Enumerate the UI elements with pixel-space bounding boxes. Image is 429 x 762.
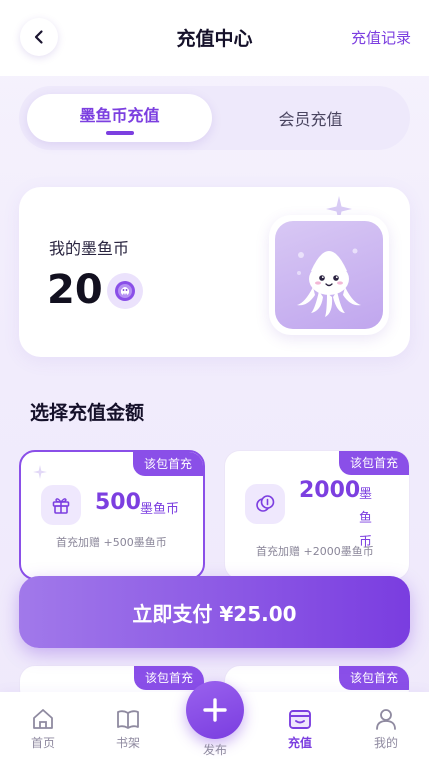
top-bar: 充值中心 充值记录 [0, 0, 429, 76]
tab-coin-recharge-label: 墨鱼币充值 [79, 105, 160, 125]
nav-item-home[interactable]: 首页 [13, 706, 73, 751]
tab-member-recharge-label: 会员充值 [278, 110, 343, 129]
nav-label-bookshelf: 书架 [115, 736, 140, 750]
first-recharge-badge: 该包首充 [133, 452, 203, 476]
package-amount: 500 [95, 490, 141, 515]
package-bonus: 首充加赠 +500墨鱼币 [56, 536, 167, 549]
gift-icon [41, 485, 81, 525]
package-bonus: 首充加赠 +2000墨鱼币 [256, 545, 374, 558]
package-amount: 2000 [299, 478, 361, 503]
tab-coin-recharge[interactable]: 墨鱼币充值 [27, 94, 212, 142]
home-icon [33, 709, 53, 729]
balance-label: 我的墨鱼币 [49, 239, 130, 258]
nav-label-home: 首页 [30, 736, 55, 750]
nav-label-recharge: 充值 [287, 736, 312, 750]
nav-item-recharge[interactable]: 充值 [270, 706, 330, 751]
recharge-tabs: 墨鱼币充值 会员充值 [19, 86, 410, 150]
balance-card: 我的墨鱼币 20 [19, 187, 410, 357]
squid-coin-icon [107, 273, 143, 309]
package-card-2000[interactable]: 该包首充 2000 墨鱼币 首充加赠 +2000墨鱼币 [224, 450, 410, 580]
nav-item-bookshelf[interactable]: 书架 [98, 706, 158, 751]
nav-label-profile: 我的 [373, 736, 398, 750]
book-icon [117, 710, 139, 729]
section-title: 选择充值金额 [30, 402, 145, 424]
first-recharge-badge: 该包首充 [339, 666, 409, 690]
recharge-history-link[interactable]: 充值记录 [351, 27, 411, 48]
wallet-icon [289, 710, 311, 729]
package-unit: 墨鱼币 [140, 502, 180, 517]
publish-button[interactable] [186, 681, 244, 739]
nav-label-publish: 发布 [202, 743, 227, 757]
coins-icon [245, 484, 285, 524]
pay-now-button[interactable]: 立即支付 ¥25.00 [19, 576, 410, 648]
balance-value: 20 [47, 267, 103, 313]
active-tab-indicator [105, 130, 134, 135]
user-icon [376, 709, 396, 730]
package-card-500[interactable]: 该包首充 500 墨鱼币 首充加赠 +500墨鱼币 [19, 450, 205, 580]
plus-icon [203, 698, 227, 722]
mascot-frame [269, 215, 389, 335]
tab-member-recharge[interactable]: 会员充值 [219, 94, 402, 142]
sparkle-icon [33, 465, 47, 479]
squid-mascot-icon [275, 221, 383, 329]
first-recharge-badge: 该包首充 [134, 666, 204, 690]
first-recharge-badge: 该包首充 [339, 451, 409, 475]
nav-item-profile[interactable]: 我的 [356, 706, 416, 751]
